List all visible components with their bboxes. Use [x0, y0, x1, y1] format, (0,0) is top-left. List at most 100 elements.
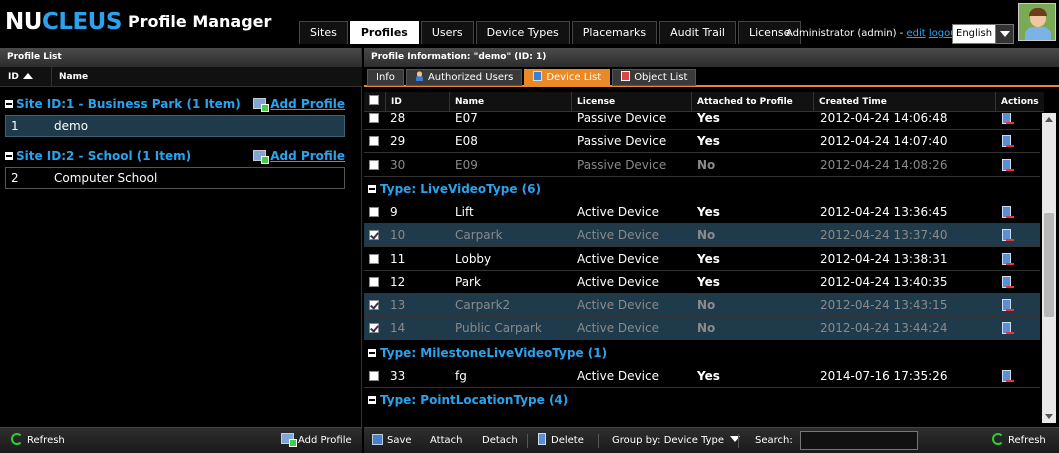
subtab-label: Info [376, 72, 395, 83]
row-checkbox[interactable] [369, 206, 379, 217]
select-all-checkbox[interactable] [369, 95, 379, 105]
col-id-header[interactable]: ID [0, 67, 52, 86]
language-select[interactable]: English [952, 24, 1014, 44]
col-name-header[interactable]: Name [52, 67, 88, 86]
profile-list-footer: Refresh Add Profile [0, 427, 362, 453]
device-row[interactable]: 33 fg Active Device Yes 2014-07-16 17:35:26 [364, 365, 1040, 388]
tab-placemarks[interactable]: Placemarks [571, 21, 658, 44]
toolbar-divider [738, 434, 739, 448]
collapse-icon[interactable] [368, 184, 376, 193]
collapse-icon[interactable] [5, 152, 13, 160]
device-row[interactable]: 9 Lift Active Device Yes 2012-04-24 13:36:45 [364, 201, 1040, 224]
site-group-header[interactable]: Site ID:1 - Business Park (1 Item) Add P… [5, 95, 345, 113]
save-button[interactable]: Save [372, 433, 412, 449]
row-checkbox[interactable] [369, 323, 379, 334]
col-id-header[interactable]: ID [386, 92, 450, 111]
row-checkbox[interactable] [369, 113, 379, 123]
site-group-header[interactable]: Site ID:2 - School (1 Item) Add Profile [5, 147, 345, 165]
subtab-device-list[interactable]: Device List [524, 69, 611, 86]
profile-row[interactable]: 2 Computer School [5, 167, 345, 189]
users-icon [414, 71, 424, 81]
edit-link[interactable]: edit [906, 28, 925, 39]
device-license: Active Device [577, 298, 659, 313]
scroll-down-icon[interactable] [1045, 414, 1053, 419]
profile-list-panel: Profile List ID Name Site ID:1 - Busines… [0, 48, 362, 453]
add-profile-icon [253, 150, 270, 164]
tab-users[interactable]: Users [420, 21, 474, 44]
add-profile-link[interactable]: Add Profile [253, 147, 345, 165]
device-action-icon[interactable] [1002, 369, 1014, 382]
avatar[interactable] [1018, 3, 1056, 41]
grid-scrollbar[interactable] [1042, 113, 1056, 423]
device-created-time: 2012-04-24 13:36:45 [820, 204, 948, 219]
subtab-info[interactable]: Info [367, 69, 404, 86]
device-type-group-header[interactable]: Type: LiveVideoType (6) [364, 177, 1040, 201]
device-action-icon[interactable] [1002, 275, 1014, 288]
collapse-icon[interactable] [5, 100, 13, 108]
row-checkbox[interactable] [369, 276, 379, 287]
device-action-icon[interactable] [1002, 158, 1014, 171]
scroll-thumb[interactable] [1044, 213, 1054, 317]
device-action-icon[interactable] [1002, 205, 1014, 218]
refresh-button[interactable]: Refresh [11, 433, 65, 449]
device-row[interactable]: 30 E09 Passive Device No 2012-04-24 14:08:26 [364, 154, 1040, 177]
save-label: Save [387, 435, 412, 446]
device-row[interactable]: 10 Carpark Active Device No 2012-04-24 13:37… [364, 224, 1040, 248]
detach-button[interactable]: Detach [482, 433, 518, 449]
device-actions [996, 317, 1040, 339]
device-action-icon[interactable] [1002, 322, 1014, 335]
row-checkbox[interactable] [369, 370, 379, 381]
header: NUCLEUS Profile Manager Sites Profiles Us… [0, 0, 1059, 44]
device-actions [996, 201, 1040, 223]
tab-audit-trail[interactable]: Audit Trail [659, 21, 736, 44]
add-profile-link[interactable]: Add Profile [253, 95, 345, 113]
col-id-label: ID [8, 72, 19, 82]
collapse-icon[interactable] [368, 396, 376, 404]
device-row[interactable]: 28 E07 Passive Device Yes 2012-04-24 14:06:4… [364, 113, 1040, 130]
device-row[interactable]: 14 Public Carpark Active Device No 2012-04-2… [364, 317, 1040, 341]
row-checkbox[interactable] [369, 253, 379, 264]
col-name-header[interactable]: Name [450, 92, 572, 111]
device-row[interactable]: 29 E08 Passive Device Yes 2012-04-24 14:07:4… [364, 130, 1040, 154]
row-checkbox-cell [364, 294, 386, 316]
device-row[interactable]: 11 Lobby Active Device Yes 2012-04-24 13:38:… [364, 248, 1040, 271]
device-type-group-header[interactable]: Type: PointLocationType (4) [364, 388, 1040, 412]
subtab-object-list[interactable]: Object List [612, 69, 697, 86]
row-checkbox-cell [364, 365, 386, 387]
device-attached: Yes [697, 113, 720, 125]
subtab-authorized-users[interactable]: Authorized Users [405, 69, 523, 86]
col-created-header[interactable]: Created Time [814, 92, 996, 111]
device-action-icon[interactable] [1002, 113, 1014, 124]
row-checkbox[interactable] [369, 136, 379, 147]
delete-button[interactable]: Delete [538, 433, 584, 449]
col-license-header[interactable]: License [572, 92, 692, 111]
tab-device-types[interactable]: Device Types [475, 21, 570, 44]
collapse-icon[interactable] [368, 348, 376, 357]
device-action-icon[interactable] [1002, 299, 1014, 312]
refresh-button[interactable]: Refresh [992, 433, 1046, 449]
row-checkbox[interactable] [369, 230, 379, 241]
device-action-icon[interactable] [1002, 229, 1014, 242]
group-by-dropdown[interactable]: Group by: Device Type [612, 433, 741, 449]
row-checkbox[interactable] [369, 159, 379, 170]
device-row[interactable]: 12 Park Active Device Yes 2012-04-24 13:40:3… [364, 271, 1040, 294]
device-action-icon[interactable] [1002, 135, 1014, 148]
device-license: Active Device [577, 251, 659, 266]
tab-profiles[interactable]: Profiles [349, 21, 419, 44]
row-checkbox[interactable] [369, 300, 379, 311]
attach-button[interactable]: Attach [430, 433, 462, 449]
scroll-up-icon[interactable] [1045, 117, 1053, 122]
device-type-group-header[interactable]: Type: MilestoneLiveVideoType (1) [364, 341, 1040, 365]
profile-row[interactable]: 1 demo [5, 115, 345, 137]
search-input[interactable] [800, 431, 918, 450]
tab-sites[interactable]: Sites [299, 21, 348, 44]
device-id: 9 [390, 204, 398, 219]
delete-label: Delete [551, 435, 584, 446]
device-created-time: 2012-04-24 14:07:40 [820, 134, 948, 149]
device-action-icon[interactable] [1002, 252, 1014, 265]
device-attached: No [697, 298, 716, 313]
col-attached-header[interactable]: Attached to Profile [692, 92, 814, 111]
add-profile-button[interactable]: Add Profile [281, 433, 352, 449]
device-row[interactable]: 13 Carpark2 Active Device No 2012-04-24 13:4… [364, 294, 1040, 318]
chevron-down-icon[interactable] [995, 25, 1013, 43]
